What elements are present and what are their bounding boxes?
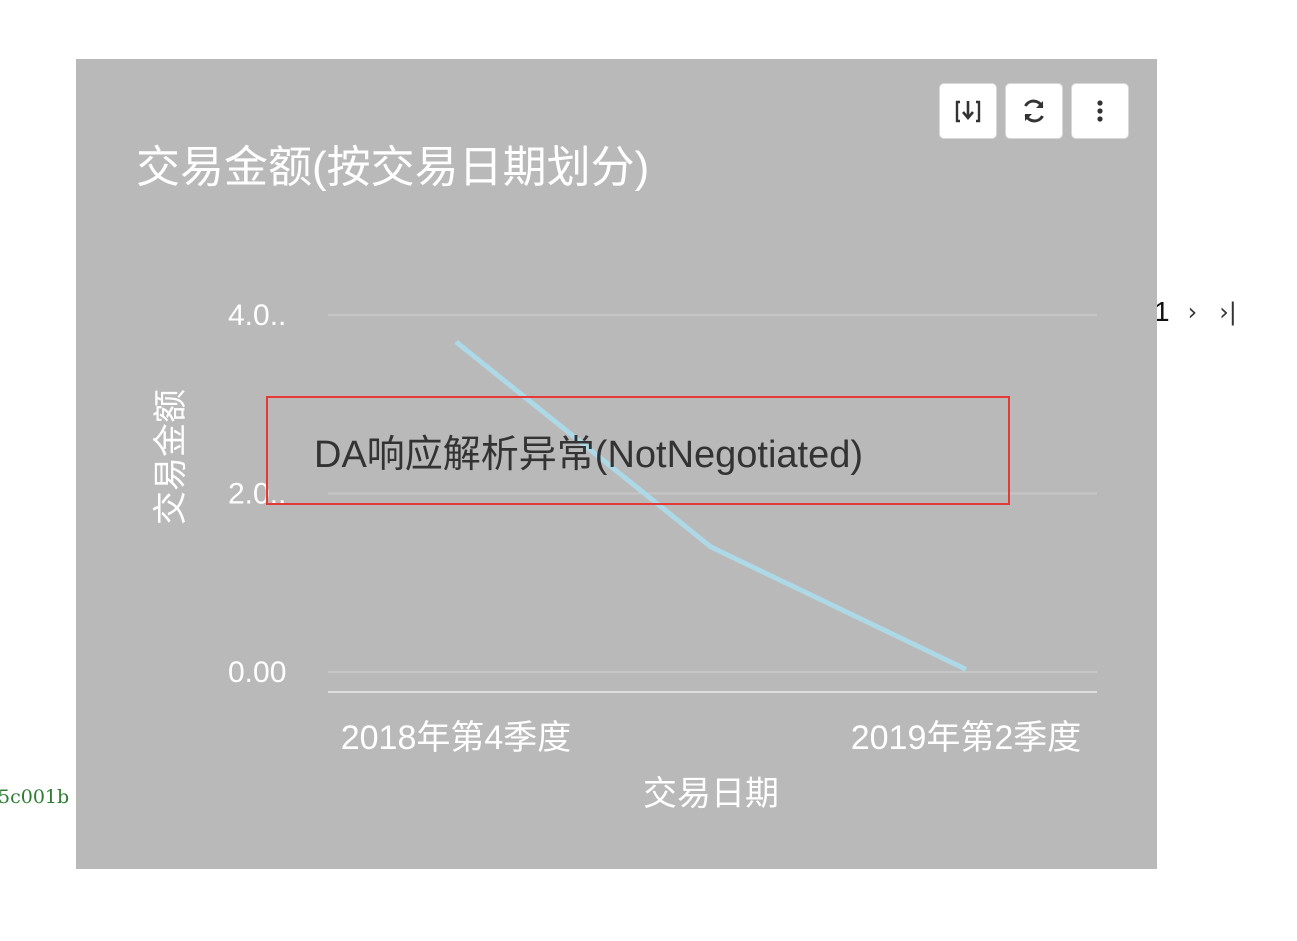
next-page-icon[interactable]: › <box>1188 298 1198 326</box>
chart-card: 交易金额(按交易日期划分) 0.00 2.0.. 4.0.. 2018年第4季度… <box>76 59 1157 869</box>
background-code-fragment: 5c001b <box>0 786 70 808</box>
y-tick-label: 0.00 <box>228 656 286 689</box>
series-line <box>454 339 968 672</box>
y-tick-label: 4.0.. <box>228 299 286 332</box>
pagination: 1 › ›| <box>1154 296 1237 328</box>
error-message-text: DA响应解析异常(NotNegotiated) <box>314 434 864 476</box>
x-tick-label: 2018年第4季度 <box>341 719 572 757</box>
x-axis-title: 交易日期 <box>643 775 779 813</box>
last-page-icon[interactable]: ›| <box>1219 298 1237 326</box>
x-tick-label: 2019年第2季度 <box>851 719 1082 757</box>
error-message-box: DA响应解析异常(NotNegotiated) <box>266 396 1010 505</box>
y-axis-title: 交易金额 <box>152 389 190 525</box>
